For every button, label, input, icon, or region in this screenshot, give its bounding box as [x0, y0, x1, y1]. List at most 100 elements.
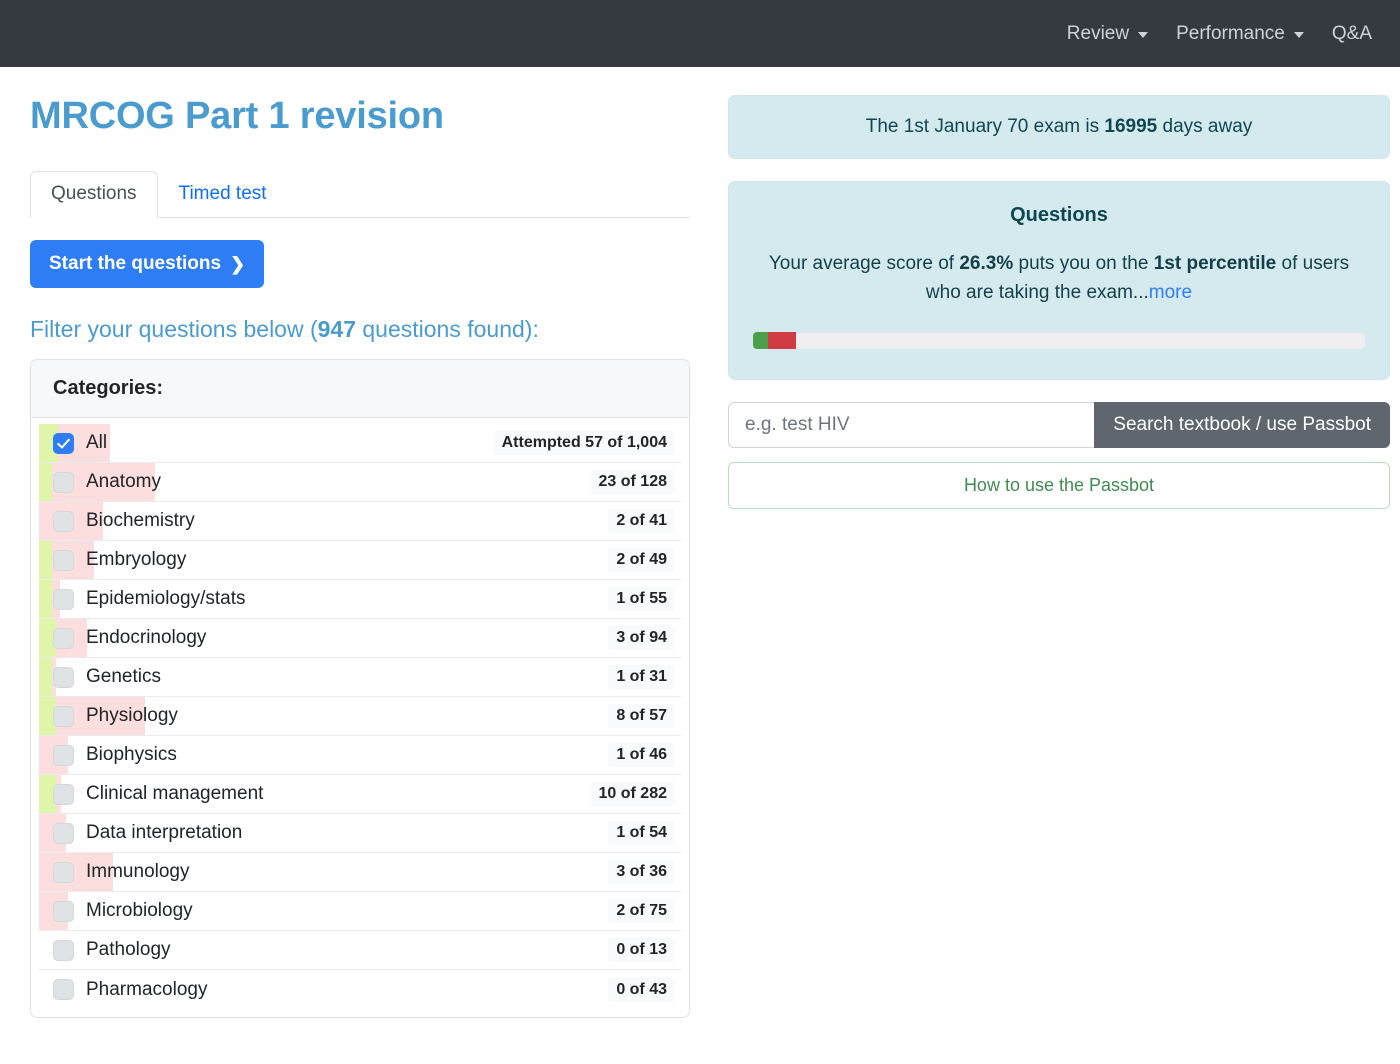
- category-count: 2 of 49: [608, 548, 675, 572]
- nav-item-performance[interactable]: Performance: [1162, 17, 1318, 51]
- category-checkbox[interactable]: [53, 822, 74, 844]
- category-count: 0 of 13: [608, 938, 675, 962]
- score-text-2: puts you on the: [1013, 253, 1154, 274]
- tab-timed-test[interactable]: Timed test: [158, 171, 288, 218]
- category-label: All: [86, 432, 108, 453]
- category-row[interactable]: Pharmacology 0 of 43: [39, 970, 681, 1009]
- filter-heading-prefix: Filter your questions below (: [30, 316, 318, 342]
- category-row[interactable]: All Attempted 57 of 1,004: [39, 424, 681, 463]
- start-the-questions-button[interactable]: Start the questions ❯: [30, 240, 265, 288]
- category-checkbox[interactable]: [53, 627, 74, 649]
- category-row[interactable]: Genetics 1 of 31: [39, 658, 681, 697]
- category-count: 1 of 55: [608, 587, 675, 611]
- average-score-value: 26.3%: [959, 253, 1014, 274]
- category-label: Data interpretation: [86, 822, 243, 843]
- category-label: Biochemistry: [86, 510, 195, 531]
- textbook-search-row: Search textbook / use Passbot: [728, 401, 1390, 448]
- tab-questions[interactable]: Questions: [30, 171, 158, 218]
- right-column: The 1st January 70 exam is 16995 days aw…: [710, 67, 1400, 1064]
- category-checkbox[interactable]: [53, 549, 74, 571]
- category-checkbox[interactable]: [53, 666, 74, 688]
- filter-heading-suffix: questions found):: [356, 316, 539, 342]
- category-label: Immunology: [86, 861, 190, 882]
- category-correct-bar: [39, 541, 53, 579]
- category-checkbox[interactable]: [53, 588, 74, 610]
- nav-item-review[interactable]: Review: [1053, 17, 1162, 51]
- category-row[interactable]: Microbiology 2 of 75: [39, 892, 681, 931]
- search-textbook-button[interactable]: Search textbook / use Passbot: [1094, 401, 1390, 448]
- category-label: Epidemiology/stats: [86, 588, 246, 609]
- category-count: 0 of 43: [608, 977, 675, 1002]
- progress-segment-correct: [753, 331, 768, 349]
- category-count: 1 of 31: [608, 665, 675, 689]
- nav-item-label: Performance: [1176, 22, 1285, 44]
- category-row[interactable]: Epidemiology/stats 1 of 55: [39, 580, 681, 619]
- category-checkbox[interactable]: [53, 432, 74, 454]
- category-label: Genetics: [86, 666, 161, 687]
- category-label: Microbiology: [86, 900, 193, 921]
- score-progress-bar: [753, 331, 1365, 349]
- exam-countdown-days: 16995: [1104, 116, 1158, 137]
- category-count: 8 of 57: [608, 704, 675, 728]
- category-row[interactable]: Biophysics 1 of 46: [39, 736, 681, 775]
- category-checkbox[interactable]: [53, 744, 74, 766]
- category-checkbox[interactable]: [53, 705, 74, 727]
- category-count: 23 of 128: [590, 470, 675, 494]
- category-label: Pathology: [86, 939, 171, 960]
- category-label: Clinical management: [86, 783, 264, 804]
- category-row[interactable]: Clinical management 10 of 282: [39, 775, 681, 814]
- category-row[interactable]: Anatomy 23 of 128: [39, 463, 681, 502]
- category-checkbox[interactable]: [53, 900, 74, 922]
- chevron-down-icon: [1138, 32, 1149, 38]
- category-label: Embryology: [86, 549, 187, 570]
- category-checkbox[interactable]: [53, 979, 74, 1000]
- left-column: MRCOG Part 1 revision Questions Timed te…: [0, 67, 710, 1064]
- score-text-1: Your average score of: [768, 253, 960, 274]
- questions-stats-panel: Questions Your average score of 26.3% pu…: [728, 181, 1390, 380]
- category-row[interactable]: Data interpretation 1 of 54: [39, 814, 681, 853]
- category-label: Pharmacology: [86, 978, 208, 1000]
- categories-card-header: Categories:: [31, 360, 689, 418]
- top-navbar: Review Performance Q&A: [0, 0, 1400, 67]
- category-count: Attempted 57 of 1,004: [493, 431, 675, 455]
- category-row[interactable]: Physiology 8 of 57: [39, 697, 681, 736]
- page-body: MRCOG Part 1 revision Questions Timed te…: [0, 67, 1400, 1064]
- exam-countdown-suffix: days away: [1157, 116, 1253, 137]
- how-to-use-passbot-button[interactable]: How to use the Passbot: [728, 461, 1390, 509]
- category-count: 2 of 41: [608, 509, 675, 533]
- textbook-search-input[interactable]: [728, 401, 1095, 448]
- page-title: MRCOG Part 1 revision: [30, 95, 444, 137]
- category-checkbox[interactable]: [53, 471, 74, 493]
- tab-bar: Questions Timed test: [30, 171, 690, 218]
- category-count: 3 of 36: [608, 860, 675, 884]
- category-checkbox[interactable]: [53, 861, 74, 883]
- category-row[interactable]: Pathology 0 of 13: [39, 931, 681, 970]
- chevron-down-icon: [1293, 32, 1304, 38]
- category-label: Anatomy: [86, 471, 161, 492]
- category-checkbox[interactable]: [53, 939, 74, 961]
- exam-countdown-panel: The 1st January 70 exam is 16995 days aw…: [728, 95, 1390, 159]
- category-correct-bar: [39, 463, 53, 501]
- filter-heading: Filter your questions below (947 questio…: [30, 316, 690, 343]
- category-checkbox[interactable]: [53, 510, 74, 532]
- categories-card: Categories: All Attempted 57 of 1,004 Anat…: [30, 359, 690, 1018]
- category-row[interactable]: Biochemistry 2 of 41: [39, 502, 681, 541]
- category-row[interactable]: Embryology 2 of 49: [39, 541, 681, 580]
- category-count: 10 of 282: [590, 782, 675, 806]
- category-count: 1 of 46: [608, 743, 675, 767]
- progress-segment-incorrect: [767, 331, 796, 349]
- navbar-items: Review Performance Q&A: [1053, 17, 1386, 51]
- filter-question-count: 947: [317, 316, 356, 342]
- category-label: Biophysics: [86, 744, 177, 765]
- questions-panel-text: Your average score of 26.3% puts you on …: [753, 249, 1365, 308]
- category-row[interactable]: Endocrinology 3 of 94: [39, 619, 681, 658]
- chevron-right-icon: ❯: [230, 254, 246, 274]
- category-count: 3 of 94: [608, 626, 675, 650]
- category-checkbox[interactable]: [53, 783, 74, 805]
- nav-item-qanda[interactable]: Q&A: [1318, 17, 1386, 51]
- category-row[interactable]: Immunology 3 of 36: [39, 853, 681, 892]
- nav-item-label: Review: [1066, 22, 1130, 44]
- nav-item-label: Q&A: [1331, 22, 1372, 44]
- category-label: Endocrinology: [86, 627, 207, 648]
- more-link[interactable]: more: [1149, 282, 1192, 303]
